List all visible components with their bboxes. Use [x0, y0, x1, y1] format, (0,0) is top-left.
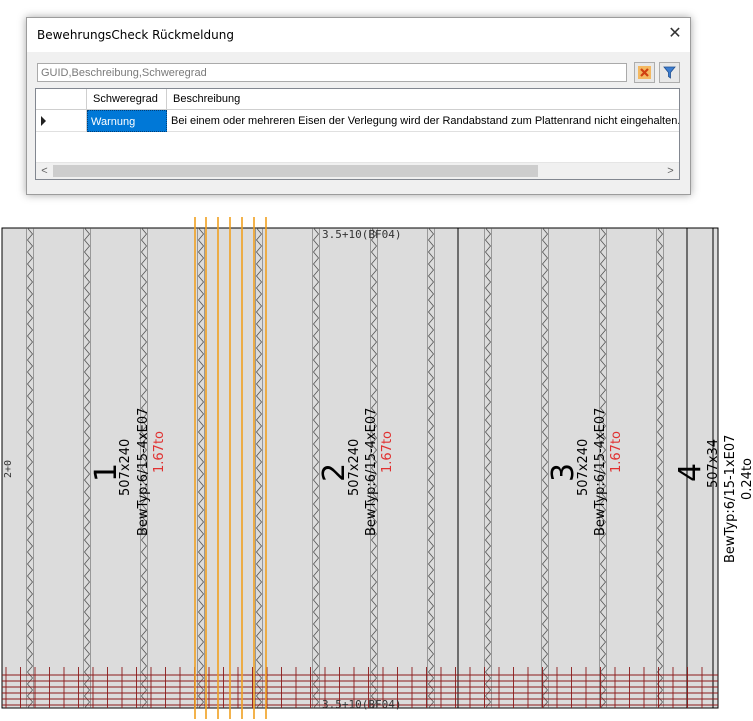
panel-size: 507x34: [706, 439, 721, 488]
scroll-right-button[interactable]: >: [662, 163, 679, 179]
grid-corner[interactable]: [36, 89, 87, 110]
scrollbar-thumb[interactable]: [53, 165, 538, 177]
bewehrungscheck-dialog: BewehrungsCheck Rückmeldung ✕ Schweregra…: [26, 17, 691, 195]
funnel-icon: [663, 66, 676, 79]
close-button[interactable]: ✕: [660, 18, 690, 48]
filter-button[interactable]: [659, 62, 680, 83]
current-row-arrow-icon: [41, 116, 46, 126]
dialog-title: BewehrungsCheck Rückmeldung: [37, 28, 234, 42]
panel-bewtyp: BewTyp:6/15-4xE07: [364, 408, 379, 536]
cell-description[interactable]: Bei einem oder mehreren Eisen der Verleg…: [167, 110, 679, 132]
panel-size: 507x240: [576, 439, 591, 496]
filter-input[interactable]: [37, 63, 627, 82]
panel-weight: 1.67to: [152, 431, 167, 473]
top-rebar-label: 3.5+10(BF04): [322, 228, 401, 241]
left-edge-label: 2+0: [3, 460, 14, 478]
bottom-rebar-label: 3.5+10(BF04): [322, 698, 401, 711]
results-grid[interactable]: Schweregrad Beschreibung Warnung Bei ein…: [35, 88, 680, 180]
grid-header: Schweregrad Beschreibung: [36, 89, 679, 110]
column-header-description[interactable]: Beschreibung: [167, 89, 679, 110]
row-header[interactable]: [36, 110, 87, 132]
panel-bewtyp: BewTyp:6/15-4xE07: [136, 408, 151, 536]
clear-icon: [638, 66, 651, 79]
panel-weight: 1.67to: [609, 431, 624, 473]
panel-bewtyp: BewTyp:6/15-1xE07: [723, 435, 738, 563]
scroll-left-button[interactable]: <: [36, 163, 53, 179]
panel-size: 507x240: [347, 439, 362, 496]
dialog-titlebar[interactable]: BewehrungsCheck Rückmeldung ✕: [27, 18, 690, 52]
panel-weight: 0.24to: [740, 458, 753, 500]
clear-filter-button[interactable]: [634, 62, 655, 83]
panel-size: 507x240: [118, 439, 133, 496]
column-header-severity[interactable]: Schweregrad: [87, 89, 167, 110]
cell-severity[interactable]: Warnung: [87, 110, 167, 132]
close-icon: ✕: [668, 23, 682, 42]
panel-number: 4: [673, 463, 708, 482]
table-row[interactable]: Warnung Bei einem oder mehreren Eisen de…: [36, 110, 679, 132]
panel-bewtyp: BewTyp:6/15-4xE07: [593, 408, 608, 536]
panel-weight: 1.67to: [380, 431, 395, 473]
horizontal-scrollbar[interactable]: < >: [36, 162, 679, 179]
